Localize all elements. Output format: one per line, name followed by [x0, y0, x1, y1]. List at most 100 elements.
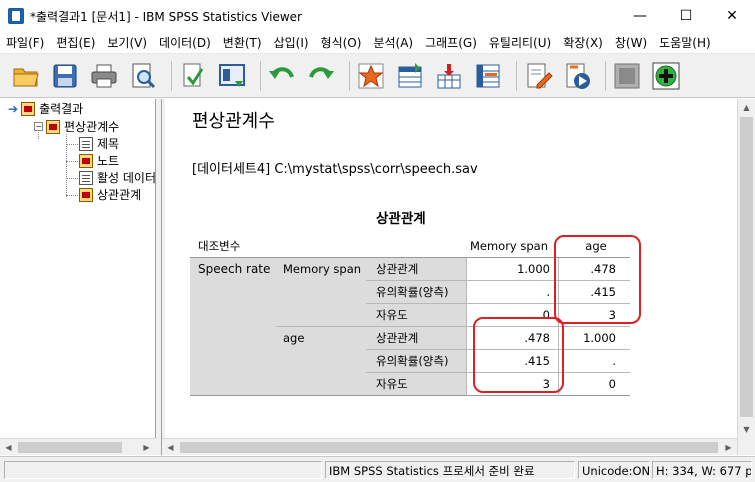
goto-case-icon[interactable]	[394, 60, 426, 92]
scroll-left-arrow-icon[interactable]: ◀	[162, 439, 179, 456]
row-statistic: 상관관계	[376, 262, 419, 276]
page-title: 편상관계수	[192, 111, 275, 132]
title-doc-icon	[79, 136, 93, 151]
scroll-right-arrow-icon[interactable]: ▶	[138, 439, 155, 456]
tree-item-correlations[interactable]: 상관관계	[79, 186, 141, 203]
tree-connector	[66, 161, 78, 162]
toolbar-separator	[516, 60, 517, 91]
scroll-up-arrow-icon[interactable]: ▲	[738, 99, 755, 116]
vertical-scrollbar[interactable]: ▲ ▼	[737, 99, 755, 455]
open-folder-icon[interactable]	[10, 60, 42, 92]
tree-item-title[interactable]: 제목	[79, 135, 119, 152]
run-script-icon[interactable]	[561, 60, 593, 92]
menu-edit[interactable]: 편집(E)	[56, 34, 95, 51]
menu-data[interactable]: 데이터(D)	[159, 34, 211, 51]
save-icon[interactable]	[49, 60, 81, 92]
tree-connector	[66, 178, 78, 179]
menu-insert[interactable]: 삽입(I)	[274, 34, 309, 51]
undo-icon[interactable]	[266, 60, 298, 92]
menu-help[interactable]: 도움말(H)	[659, 34, 711, 51]
grid-line	[466, 258, 467, 396]
menu-bar: 파일(F) 편집(E) 보기(V) 데이터(D) 변환(T) 삽입(I) 형식(…	[0, 32, 755, 54]
tree-item-active-dataset-label: 활성 데이터	[97, 171, 157, 185]
content-horizontal-scrollbar[interactable]: ◀ ▶	[162, 438, 737, 455]
redo-icon[interactable]	[305, 60, 337, 92]
window-title: *출력결과1 [문서1] - IBM SPSS Statistics Viewe…	[30, 9, 302, 24]
scroll-down-arrow-icon[interactable]: ▼	[738, 421, 755, 438]
output-log-icon	[21, 101, 36, 116]
notes-icon	[79, 153, 93, 168]
print-icon[interactable]	[88, 60, 120, 92]
tree-item-root[interactable]: ➔ 출력결과	[8, 100, 83, 117]
procedure-icon	[46, 119, 60, 134]
cell-age: 0	[608, 377, 616, 391]
scroll-left-arrow-icon[interactable]: ◀	[0, 439, 17, 456]
row-statistic: 유의확률(양측)	[376, 285, 449, 299]
tree-item-group-label: 편상관계수	[64, 120, 120, 134]
row-statistic: 유의확률(양측)	[376, 354, 449, 368]
edit-script-icon[interactable]	[522, 60, 554, 92]
export-icon[interactable]	[177, 60, 209, 92]
outline-scroll-thumb[interactable]	[18, 442, 122, 453]
print-preview-icon[interactable]	[127, 60, 159, 92]
goto-data-icon[interactable]	[355, 60, 387, 92]
arrow-right-icon: ➔	[8, 101, 19, 116]
menu-utilities[interactable]: 유틸리티(U)	[489, 34, 551, 51]
cell-age: 1.000	[583, 331, 616, 345]
table-row: 유의확률(양측) .415 .	[190, 350, 630, 373]
content-left-margin	[162, 99, 165, 455]
goto-variable-icon[interactable]	[433, 60, 465, 92]
toolbar-separator	[349, 60, 350, 91]
tree-item-correlations-label: 상관관계	[97, 188, 142, 202]
toolbar	[0, 54, 755, 98]
highlight-box-memory-age	[473, 317, 564, 393]
window-controls: — ☐ ✕	[617, 0, 755, 32]
toolbar-separator	[605, 60, 606, 91]
minimize-button[interactable]: —	[617, 0, 663, 32]
vertical-scroll-thumb[interactable]	[740, 117, 753, 417]
menu-file[interactable]: 파일(F)	[6, 34, 44, 51]
cell-memory-span: .	[546, 285, 550, 299]
outline-horizontal-scrollbar[interactable]: ◀ ▶	[0, 438, 156, 455]
output-content-pane[interactable]: 편상관계수 [데이터세트4] C:\mystat\spss\corr\speec…	[162, 99, 737, 455]
variables-icon[interactable]	[472, 60, 504, 92]
menu-transform[interactable]: 변환(T)	[223, 34, 262, 51]
menu-view[interactable]: 보기(V)	[107, 34, 147, 51]
menu-analyze[interactable]: 분석(A)	[373, 34, 413, 51]
menu-extensions[interactable]: 확장(X)	[563, 34, 603, 51]
collapse-icon[interactable]: −	[34, 122, 43, 131]
status-empty-segment	[4, 461, 322, 479]
spss-app-icon[interactable]	[8, 8, 24, 24]
menu-graphs[interactable]: 그래프(G)	[425, 34, 477, 51]
outline-pane[interactable]: ➔ 출력결과 − 편상관계수 제목 노트 활성 데이터 상관관계	[0, 99, 156, 455]
tree-item-root-label: 출력결과	[39, 102, 84, 116]
status-processor: IBM SPSS Statistics 프로세서 준비 완료	[325, 461, 575, 479]
table-bottom-line	[190, 395, 630, 396]
menu-window[interactable]: 창(W)	[615, 34, 647, 51]
control-variable-header: 대조변수	[198, 239, 241, 253]
cell-memory-span: 1.000	[517, 262, 550, 276]
designate-window-icon[interactable]	[611, 60, 643, 92]
row-variable: age	[283, 331, 305, 345]
menu-format[interactable]: 형식(O)	[321, 34, 362, 51]
recall-dialog-icon[interactable]	[216, 60, 248, 92]
status-page-size: H: 334, W: 677 pt.	[652, 461, 752, 479]
toolbar-separator	[260, 60, 261, 91]
add-icon[interactable]	[650, 60, 682, 92]
close-button[interactable]: ✕	[709, 0, 755, 32]
tree-item-notes-label: 노트	[97, 154, 120, 168]
status-bar: IBM SPSS Statistics 프로세서 준비 완료 Unicode:O…	[0, 456, 755, 482]
cell-age: .	[612, 354, 616, 368]
table-row: 자유도 3 0	[190, 373, 630, 396]
row-variable: Memory span	[283, 262, 362, 276]
scroll-right-arrow-icon[interactable]: ▶	[720, 439, 737, 456]
row-statistic: 자유도	[376, 308, 408, 322]
tree-item-group[interactable]: − 편상관계수	[34, 118, 119, 135]
table-row: age 상관관계 .478 1.000	[190, 327, 630, 350]
tree-item-notes[interactable]: 노트	[79, 152, 119, 169]
tree-item-active-dataset[interactable]: 활성 데이터	[79, 169, 156, 186]
content-scroll-thumb[interactable]	[180, 442, 718, 453]
maximize-button[interactable]: ☐	[663, 0, 709, 32]
tree-connector	[66, 144, 78, 145]
row-statistic: 상관관계	[376, 331, 419, 345]
